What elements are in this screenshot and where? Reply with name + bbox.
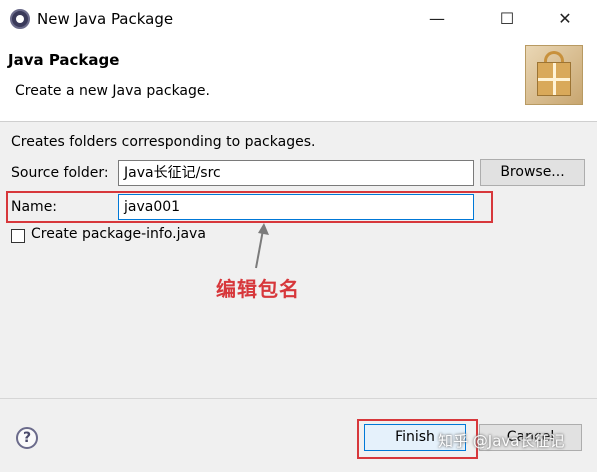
create-package-info-label: Create package-info.java <box>31 226 206 242</box>
annotation-arrow-icon <box>255 223 269 269</box>
footer-divider <box>0 398 597 399</box>
wizard-header: Java Package Create a new Java package. <box>0 38 597 122</box>
gift-box-icon <box>537 62 571 96</box>
name-label: Name: <box>11 199 58 215</box>
package-banner-icon <box>525 45 583 105</box>
page-title: Java Package <box>8 51 120 69</box>
browse-button[interactable]: Browse... <box>480 159 585 186</box>
create-package-info-checkbox[interactable] <box>11 229 25 243</box>
minimize-button[interactable]: — <box>414 0 460 38</box>
page-description: Create a new Java package. <box>15 83 210 99</box>
annotation-text: 编辑包名 <box>216 277 300 301</box>
eclipse-app-icon <box>10 9 30 29</box>
window-title: New Java Package <box>37 10 174 28</box>
maximize-button[interactable]: ☐ <box>484 0 530 38</box>
close-button[interactable]: ✕ <box>542 0 588 38</box>
name-field[interactable]: java001 <box>118 194 474 220</box>
watermark: 知乎 @Java长征记 <box>438 432 565 450</box>
form-description: Creates folders corresponding to package… <box>11 134 316 150</box>
source-folder-field[interactable]: Java长征记/src <box>118 160 474 186</box>
help-icon[interactable]: ? <box>16 427 38 449</box>
title-bar: New Java Package — ☐ ✕ <box>0 0 597 38</box>
source-folder-label: Source folder: <box>11 165 109 181</box>
